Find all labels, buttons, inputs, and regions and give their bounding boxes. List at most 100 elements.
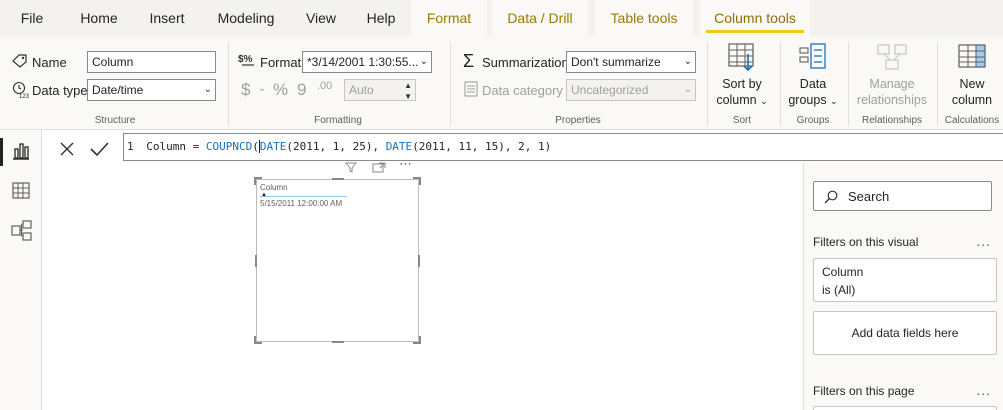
add-data-fields-well[interactable]: Add data fields here bbox=[813, 311, 997, 355]
active-tab-indicator bbox=[706, 30, 804, 33]
focus-mode-icon[interactable] bbox=[372, 160, 386, 178]
summarization-select[interactable]: Don't summarize ⌄ bbox=[566, 51, 696, 73]
menu-bar: File Home Insert Modeling View Help Form… bbox=[0, 0, 1003, 36]
report-view-icon[interactable] bbox=[8, 138, 34, 164]
resize-handle-bottom[interactable] bbox=[332, 341, 344, 343]
manage-relationships-label: Manage bbox=[869, 77, 915, 91]
comma-button[interactable]: 9 bbox=[297, 80, 306, 100]
ribbon-separator bbox=[780, 42, 781, 126]
sort-by-column-label-2: column ⌄ bbox=[716, 93, 768, 107]
ribbon-separator bbox=[937, 42, 938, 126]
name-input[interactable]: Column bbox=[87, 51, 216, 73]
resize-handle-tr[interactable] bbox=[413, 177, 421, 185]
menu-home[interactable]: Home bbox=[70, 0, 128, 36]
data-type-select[interactable]: Date/time ⌄ bbox=[87, 79, 216, 101]
chevron-down-icon: ⌄ bbox=[258, 83, 267, 94]
more-options-icon[interactable]: ... bbox=[976, 233, 991, 249]
more-options-icon[interactable]: ⋯ bbox=[399, 156, 413, 172]
new-column-icon bbox=[958, 44, 986, 68]
visual-cell-value: 5/15/2011 12:00:00 AM bbox=[260, 199, 343, 208]
ribbon-separator bbox=[450, 42, 451, 126]
summarization-label: Summarization bbox=[482, 55, 569, 70]
menu-file[interactable]: File bbox=[10, 0, 54, 36]
visual-filter-icon[interactable] bbox=[344, 160, 358, 178]
data-category-select[interactable]: Uncategorized ⌄ bbox=[566, 79, 696, 101]
svg-text:$%: $% bbox=[238, 54, 253, 65]
sort-by-column-icon bbox=[728, 43, 754, 72]
formula-bar: 1 Column = COUPNCD(DATE(2011, 1, 25), DA… bbox=[42, 131, 1003, 163]
sort-group-label: Sort bbox=[732, 115, 752, 126]
decimal-places-stepper[interactable]: Auto ▲ ▼ bbox=[344, 79, 416, 101]
format-select[interactable]: *3/14/2001 1:30:55... ⌄ bbox=[302, 51, 432, 73]
filters-on-visual-title: Filters on this visual bbox=[813, 235, 919, 249]
header-divider bbox=[260, 196, 347, 197]
more-options-icon[interactable]: ... bbox=[976, 382, 991, 398]
ribbon-separator bbox=[707, 42, 708, 126]
cancel-formula-icon[interactable] bbox=[52, 135, 82, 163]
new-column-label: New bbox=[959, 77, 985, 91]
filter-search-input[interactable]: Search bbox=[813, 181, 992, 211]
table-visual[interactable]: Column ▲ 5/15/2011 12:00:00 AM bbox=[254, 177, 421, 344]
menu-modeling[interactable]: Modeling bbox=[206, 0, 286, 36]
decimal-label: .00 bbox=[317, 80, 333, 92]
menu-column-tools[interactable]: Column tools bbox=[700, 0, 810, 36]
chevron-down-icon: ⌄ bbox=[419, 56, 428, 67]
menu-table-tools[interactable]: Table tools bbox=[595, 0, 693, 36]
formula-open-paren: ( bbox=[252, 140, 259, 153]
menu-insert[interactable]: Insert bbox=[138, 0, 196, 36]
resize-handle-br[interactable] bbox=[413, 336, 421, 344]
formula-prefix: Column = bbox=[146, 140, 206, 153]
stepper-down-icon[interactable]: ▼ bbox=[404, 87, 412, 100]
ribbon: Name Column 123 Data type Date/time ⌄ St… bbox=[0, 36, 1003, 130]
sort-arrow-icon: ▲ bbox=[261, 192, 267, 198]
tag-icon bbox=[12, 54, 27, 68]
data-type-value: Date/time bbox=[92, 83, 144, 97]
filter-card-column[interactable]: Column is (All) bbox=[813, 258, 997, 302]
new-column-label-2: column bbox=[951, 93, 993, 107]
data-groups-label: Data bbox=[799, 77, 827, 91]
menu-view[interactable]: View bbox=[296, 0, 346, 36]
data-view-icon[interactable] bbox=[8, 178, 34, 204]
formula-args-1: (2011, 1, 25), bbox=[286, 140, 386, 153]
data-groups-button[interactable]: Data groups ⌄ bbox=[784, 42, 842, 109]
data-type-icon: 123 bbox=[12, 81, 30, 99]
data-category-value: Uncategorized bbox=[571, 83, 649, 97]
percent-button[interactable]: % bbox=[273, 80, 288, 100]
page-filter-well[interactable] bbox=[813, 406, 997, 410]
search-placeholder: Search bbox=[848, 189, 890, 204]
power-bi-window: File Home Insert Modeling View Help Form… bbox=[0, 0, 1003, 410]
formula-input[interactable]: 1 Column = COUPNCD(DATE(2011, 1, 25), DA… bbox=[123, 133, 1003, 161]
active-view-indicator bbox=[0, 138, 3, 166]
resize-handle-bl[interactable] bbox=[254, 336, 262, 344]
manage-relationships-button[interactable]: Manage relationships bbox=[852, 42, 932, 108]
relationships-group-label: Relationships bbox=[861, 115, 923, 126]
menu-help[interactable]: Help bbox=[356, 0, 406, 36]
formula-args-2: (2011, 11, 15), 2, 1) bbox=[412, 140, 552, 153]
sort-by-column-button[interactable]: Sort by column ⌄ bbox=[712, 42, 772, 109]
view-switcher bbox=[0, 130, 42, 410]
resize-handle-right[interactable] bbox=[418, 255, 420, 267]
currency-button[interactable]: $ bbox=[241, 80, 250, 100]
formatting-group-label: Formatting bbox=[314, 115, 362, 126]
new-column-button[interactable]: New column bbox=[941, 42, 1003, 108]
calculations-group-label: Calculations bbox=[944, 115, 1000, 126]
resize-handle-left[interactable] bbox=[255, 255, 257, 267]
data-category-icon bbox=[464, 81, 478, 97]
menu-data-drill[interactable]: Data / Drill bbox=[492, 0, 588, 36]
format-label: Format bbox=[260, 55, 302, 70]
filters-on-page-title: Filters on this page bbox=[813, 384, 915, 398]
filter-card-state: is (All) bbox=[822, 283, 856, 297]
chevron-down-icon: ⌄ bbox=[203, 84, 212, 95]
groups-group-label: Groups bbox=[796, 115, 830, 126]
data-type-label: Data type bbox=[32, 83, 88, 98]
visual-column-header[interactable]: Column bbox=[260, 183, 288, 192]
commit-formula-icon[interactable] bbox=[84, 135, 114, 163]
manage-relationships-label-2: relationships bbox=[856, 93, 928, 107]
resize-handle-tl[interactable] bbox=[254, 177, 262, 185]
decimal-button[interactable]: .00 bbox=[317, 81, 332, 92]
model-view-icon[interactable] bbox=[8, 218, 34, 244]
menu-column-tools-label: Column tools bbox=[714, 10, 796, 26]
ribbon-separator bbox=[228, 42, 229, 126]
resize-handle-top[interactable] bbox=[332, 178, 344, 180]
menu-format[interactable]: Format bbox=[411, 0, 487, 36]
